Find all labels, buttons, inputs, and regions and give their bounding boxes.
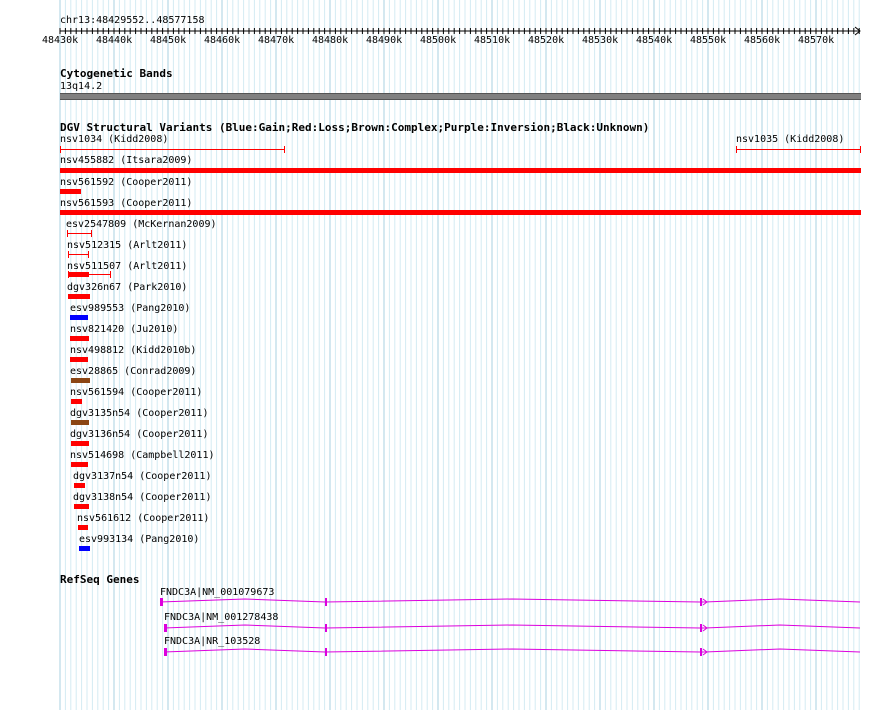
dgv-feature-bar[interactable] bbox=[736, 146, 861, 153]
dgv-feature-bar[interactable] bbox=[71, 462, 88, 467]
dgv-feature-bar[interactable] bbox=[60, 168, 861, 173]
cytoband-title: Cytogenetic Bands bbox=[60, 67, 173, 80]
dgv-feature-bar[interactable] bbox=[74, 483, 85, 488]
ruler-tick-label: 48510k bbox=[474, 35, 511, 46]
dgv-feature-bar[interactable] bbox=[71, 378, 90, 383]
cytoband-label: 13q14.2 bbox=[60, 81, 103, 92]
ruler-tick-label: 48570k bbox=[798, 35, 835, 46]
dgv-feature-bar[interactable] bbox=[78, 525, 88, 530]
dgv-feature-label[interactable]: nsv561612 (Cooper2011) bbox=[77, 513, 209, 524]
ruler-tick-label: 48490k bbox=[366, 35, 403, 46]
dgv-feature-bar[interactable] bbox=[70, 315, 88, 320]
refseq-title: RefSeq Genes bbox=[60, 573, 140, 586]
ruler-tick-label: 48540k bbox=[636, 35, 673, 46]
ruler-tick-label: 48440k bbox=[96, 35, 133, 46]
ruler-tick-label: 48450k bbox=[150, 35, 187, 46]
dgv-feature-label[interactable]: nsv498812 (Kidd2010b) bbox=[70, 345, 196, 356]
dgv-feature-bar[interactable] bbox=[70, 357, 88, 362]
gene-exon bbox=[164, 648, 167, 656]
gene-exon bbox=[160, 598, 163, 606]
dgv-feature-label[interactable]: nsv1034 (Kidd2008) bbox=[60, 134, 168, 145]
ruler-tick-label: 48520k bbox=[528, 35, 565, 46]
dgv-feature-label[interactable]: esv989553 (Pang2010) bbox=[70, 303, 190, 314]
gene-exon bbox=[325, 624, 327, 632]
ruler-tick-label: 48480k bbox=[312, 35, 349, 46]
dgv-feature-label[interactable]: dgv3135n54 (Cooper2011) bbox=[70, 408, 208, 419]
dgv-feature-bar[interactable] bbox=[79, 546, 90, 551]
dgv-feature-bar[interactable] bbox=[68, 251, 89, 258]
gene-exon bbox=[700, 648, 702, 656]
dgv-feature-label[interactable]: esv28865 (Conrad2009) bbox=[70, 366, 196, 377]
ruler-tick-label: 48530k bbox=[582, 35, 619, 46]
gene-model[interactable] bbox=[0, 644, 890, 660]
cytoband-bar[interactable] bbox=[60, 93, 861, 100]
ruler-tick-label: 48470k bbox=[258, 35, 295, 46]
dgv-feature-label[interactable]: dgv326n67 (Park2010) bbox=[67, 282, 187, 293]
ruler-tick-label: 48460k bbox=[204, 35, 241, 46]
ruler-tick-label: 48500k bbox=[420, 35, 457, 46]
dgv-feature-label[interactable]: nsv561593 (Cooper2011) bbox=[60, 198, 192, 209]
genome-browser-view[interactable]: chr13:48429552..48577158 48430k 48440k 484… bbox=[0, 0, 890, 710]
dgv-feature-bar[interactable] bbox=[71, 420, 89, 425]
dgv-feature-bar[interactable] bbox=[71, 441, 89, 446]
dgv-feature-label[interactable]: nsv514698 (Campbell2011) bbox=[70, 450, 215, 461]
gene-exon bbox=[700, 598, 702, 606]
dgv-feature-label[interactable]: nsv561594 (Cooper2011) bbox=[70, 387, 202, 398]
dgv-feature-label[interactable]: nsv821420 (Ju2010) bbox=[70, 324, 178, 335]
dgv-feature-label[interactable]: esv993134 (Pang2010) bbox=[79, 534, 199, 545]
dgv-feature-label[interactable]: esv2547809 (McKernan2009) bbox=[66, 219, 217, 230]
dgv-feature-bar[interactable] bbox=[68, 294, 90, 299]
gene-exon bbox=[700, 624, 702, 632]
dgv-feature-label[interactable]: nsv1035 (Kidd2008) bbox=[736, 134, 844, 145]
dgv-feature-label[interactable]: dgv3136n54 (Cooper2011) bbox=[70, 429, 208, 440]
dgv-feature-bar[interactable] bbox=[70, 336, 89, 341]
dgv-feature-label[interactable]: dgv3138n54 (Cooper2011) bbox=[73, 492, 211, 503]
dgv-feature-label[interactable]: nsv561592 (Cooper2011) bbox=[60, 177, 192, 188]
dgv-feature-bar[interactable] bbox=[67, 230, 92, 237]
dgv-feature-bar[interactable] bbox=[71, 399, 82, 404]
dgv-feature-block[interactable] bbox=[68, 272, 89, 277]
gene-exon bbox=[164, 624, 167, 632]
dgv-feature-label[interactable]: dgv3137n54 (Cooper2011) bbox=[73, 471, 211, 482]
dgv-title: DGV Structural Variants (Blue:Gain;Red:L… bbox=[60, 121, 650, 134]
ruler-tick-label: 48550k bbox=[690, 35, 727, 46]
dgv-feature-bar[interactable] bbox=[60, 146, 285, 153]
dgv-feature-bar[interactable] bbox=[74, 504, 89, 509]
dgv-feature-label[interactable]: nsv512315 (Arlt2011) bbox=[67, 240, 187, 251]
gene-exon bbox=[325, 648, 327, 656]
dgv-feature-bar[interactable] bbox=[60, 189, 81, 194]
dgv-feature-bar[interactable] bbox=[60, 210, 861, 215]
gene-model[interactable] bbox=[0, 594, 890, 610]
dgv-feature-label[interactable]: nsv455882 (Itsara2009) bbox=[60, 155, 192, 166]
ruler-tick-label: 48430k bbox=[42, 35, 79, 46]
gene-model[interactable] bbox=[0, 620, 890, 636]
ruler-tick-label: 48560k bbox=[744, 35, 781, 46]
gene-exon bbox=[325, 598, 327, 606]
